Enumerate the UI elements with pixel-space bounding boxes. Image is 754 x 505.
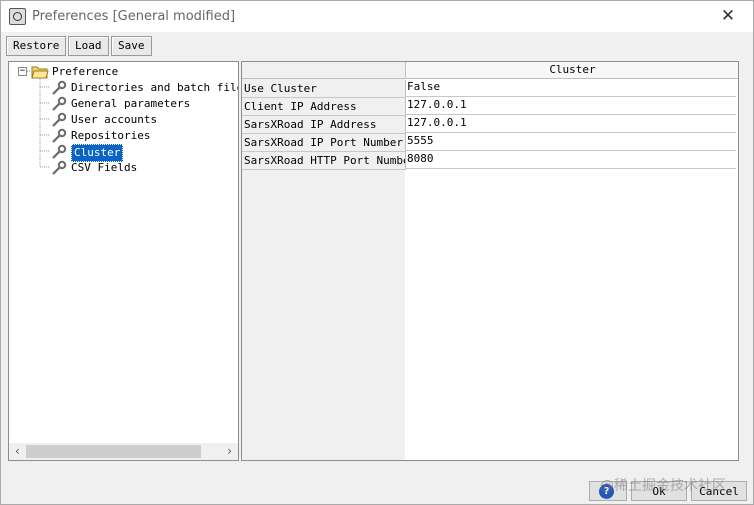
wrench-icon [52, 160, 67, 175]
row-header-use-cluster: Use Cluster [242, 80, 406, 98]
value-use-cluster[interactable]: False [406, 79, 736, 97]
tree-item-label: User accounts [71, 113, 158, 126]
watermark-text: @稀土掘金技术社区 [600, 478, 726, 494]
wrench-icon [52, 128, 67, 143]
wrench-icon [52, 112, 67, 127]
tree-item-label: General parameters [71, 97, 191, 110]
wrench-icon [52, 80, 67, 95]
tree-item-label: Repositories [71, 129, 151, 142]
value-sarsxroad-http-port[interactable]: 8080 [406, 151, 736, 169]
row-header-client-ip: Client IP Address [242, 98, 406, 116]
save-button[interactable]: Save [111, 36, 152, 56]
restore-button[interactable]: Restore [6, 36, 67, 56]
horizontal-scrollbar[interactable]: ‹ › [9, 443, 238, 460]
scroll-left-icon[interactable]: ‹ [9, 443, 26, 460]
collapse-icon[interactable]: − [18, 67, 27, 76]
window-title: Preferences [General modified] [32, 9, 236, 24]
folder-open-icon [31, 66, 49, 79]
wrench-icon [52, 144, 67, 159]
row-header-sarsxroad-ip: SarsXRoad IP Address [242, 116, 406, 134]
tree-item-directories[interactable]: Directories and batch file r [51, 80, 239, 96]
wrench-icon [52, 96, 67, 111]
value-client-ip[interactable]: 127.0.0.1 [406, 97, 736, 115]
title-bar: Preferences [General modified] ✕ [1, 1, 753, 32]
tree-item-label: CSV Fields [71, 161, 138, 174]
scroll-right-icon[interactable]: › [221, 443, 238, 460]
close-icon[interactable]: ✕ [715, 4, 741, 28]
tree-root-label: Preference [52, 65, 119, 78]
scrollbar-thumb[interactable] [26, 445, 201, 458]
row-header-sarsxroad-http-port: SarsXRoad HTTP Port Number [242, 152, 406, 170]
preference-tree: − Preference Directories and batch file … [8, 61, 239, 461]
tree-item-label: Directories and batch file r [71, 81, 239, 94]
column-header: Cluster [405, 62, 738, 79]
grid-corner [242, 62, 405, 79]
app-icon [9, 8, 26, 25]
value-sarsxroad-ip[interactable]: 127.0.0.1 [406, 115, 736, 133]
row-header-sarsxroad-ip-port: SarsXRoad IP Port Number [242, 134, 406, 152]
value-sarsxroad-ip-port[interactable]: 5555 [406, 133, 736, 151]
property-grid: Cluster Use Cluster False Client IP Addr… [241, 61, 739, 461]
preferences-window: Preferences [General modified] ✕ Restore… [0, 0, 754, 505]
load-button[interactable]: Load [68, 36, 109, 56]
tree-root-preference[interactable]: Preference [52, 64, 118, 80]
